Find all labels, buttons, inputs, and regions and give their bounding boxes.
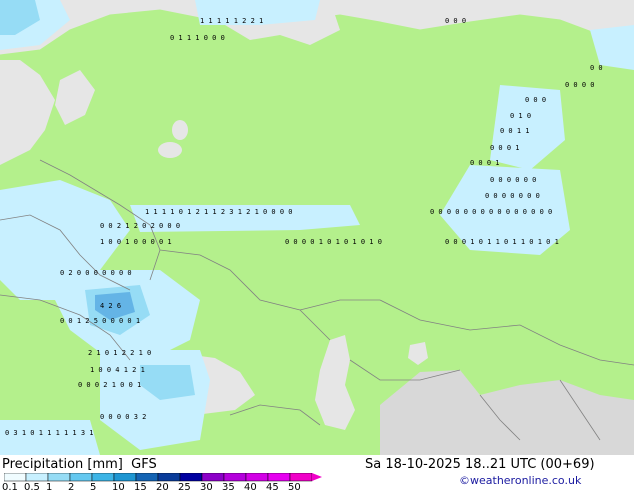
precip-value-row: 0 0 0 0 0 0 <box>490 176 536 184</box>
precip-value-row: 0 3 1 0 1 1 1 1 1 3 1 <box>5 429 94 437</box>
precip-value-row: 0 0 0 <box>445 17 466 25</box>
precip-value-row: 1 0 0 1 0 0 0 0 1 <box>100 238 172 246</box>
precip-value-row: 0 1 1 1 0 0 0 <box>170 34 225 42</box>
legend-label: 10 <box>112 482 125 493</box>
precip-value-row: 0 0 1 2 5 0 0 0 0 1 <box>60 317 140 325</box>
precip-value-row: 1 1 1 1 0 1 2 1 1 2 3 1 2 1 0 0 0 0 <box>145 208 293 216</box>
legend-label: 30 <box>200 482 213 493</box>
precip-value-row: 0 0 0 1 <box>490 144 520 152</box>
legend-swatch <box>113 473 137 482</box>
precip-value-row: 1 1 1 1 1 2 2 1 <box>200 17 263 25</box>
precip-value-row: 0 0 <box>590 64 603 72</box>
legend-label: 20 <box>156 482 169 493</box>
precip-value-row: 0 1 0 <box>510 112 531 120</box>
legend-label: 40 <box>244 482 257 493</box>
precip-value-row: 0 0 2 1 2 0 2 0 0 0 <box>100 222 180 230</box>
precip-value-row: 2 1 0 1 2 2 1 0 <box>88 349 151 357</box>
model-name: GFS <box>131 457 157 472</box>
legend-label: 5 <box>90 482 97 493</box>
legend-arrow <box>312 473 322 481</box>
precip-value-row: 0 0 0 0 3 2 <box>100 413 146 421</box>
precip-value-row: 0 0 1 1 <box>500 127 530 135</box>
legend-swatch <box>179 473 203 482</box>
precip-value-row: 1 0 0 4 1 2 1 <box>90 366 145 374</box>
precip-value-row: 0 0 0 0 <box>565 81 595 89</box>
legend-label: 25 <box>178 482 191 493</box>
footer-title: Precipitation [mm] GFS <box>2 457 157 472</box>
precip-value-row: 0 0 0 0 1 0 1 0 1 0 1 0 <box>285 238 382 246</box>
legend-label: 2 <box>68 482 75 493</box>
legend-swatch <box>245 473 269 482</box>
legend-label: 50 <box>288 482 301 493</box>
precip-value-row: 4 2 6 <box>100 302 121 310</box>
precip-value-row: 0 0 0 <box>525 96 546 104</box>
legend-label: 45 <box>266 482 279 493</box>
credit-link[interactable]: ©weatheronline.co.uk <box>459 474 581 487</box>
legend-label: 0.1 <box>2 482 18 493</box>
legend-swatch <box>4 473 27 482</box>
precip-value-markers: 1 1 1 1 1 2 2 1 0 1 1 1 0 0 0 0 0 0 0 0 0 0 … <box>5 17 603 437</box>
legend-swatch <box>91 473 115 482</box>
legend-swatch <box>69 473 93 482</box>
legend-swatch <box>289 473 313 482</box>
legend-title: Precipitation [mm] <box>2 457 123 472</box>
legend-label: 35 <box>222 482 235 493</box>
legend-swatch <box>223 473 247 482</box>
precip-value-row: 0 2 0 0 0 0 0 0 0 <box>60 269 132 277</box>
footer: Precipitation [mm] GFS Sa 18-10-2025 18.… <box>0 455 634 493</box>
legend-label: 0.5 <box>24 482 40 493</box>
precip-value-row: 0 0 0 1 <box>470 159 500 167</box>
precip-value-row: 0 0 0 0 0 0 0 <box>485 192 540 200</box>
legend-swatch <box>47 473 71 482</box>
legend-label: 15 <box>134 482 147 493</box>
precip-value-row: 0 0 0 2 1 0 0 1 <box>78 381 141 389</box>
valid-time: Sa 18-10-2025 18..21 UTC (00+69) <box>365 457 595 472</box>
legend-swatch <box>267 473 291 482</box>
precip-value-row: 0 0 0 1 0 1 1 0 1 1 0 1 0 1 <box>445 238 559 246</box>
legend-swatch <box>25 473 49 482</box>
legend-swatch <box>135 473 159 482</box>
precip-value-row: 0 0 0 0 0 0 0 0 0 0 0 0 0 0 0 <box>430 208 552 216</box>
legend-swatch <box>201 473 225 482</box>
color-legend <box>4 473 322 482</box>
legend-swatch <box>157 473 181 482</box>
legend-label: 1 <box>46 482 53 493</box>
